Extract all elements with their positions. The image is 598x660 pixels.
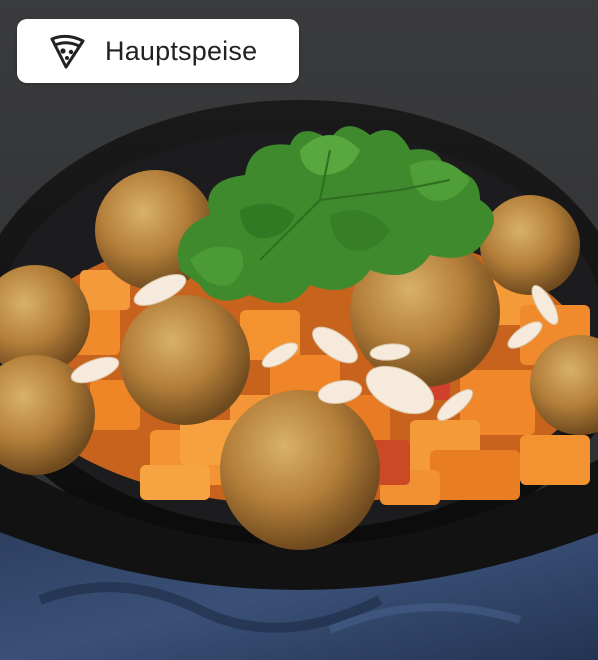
dish-photo [0,0,598,660]
pizza-slice-icon [47,31,87,71]
recipe-card[interactable]: Hauptspeise [0,0,598,660]
category-label: Hauptspeise [105,35,258,66]
category-badge: Hauptspeise [17,19,299,83]
